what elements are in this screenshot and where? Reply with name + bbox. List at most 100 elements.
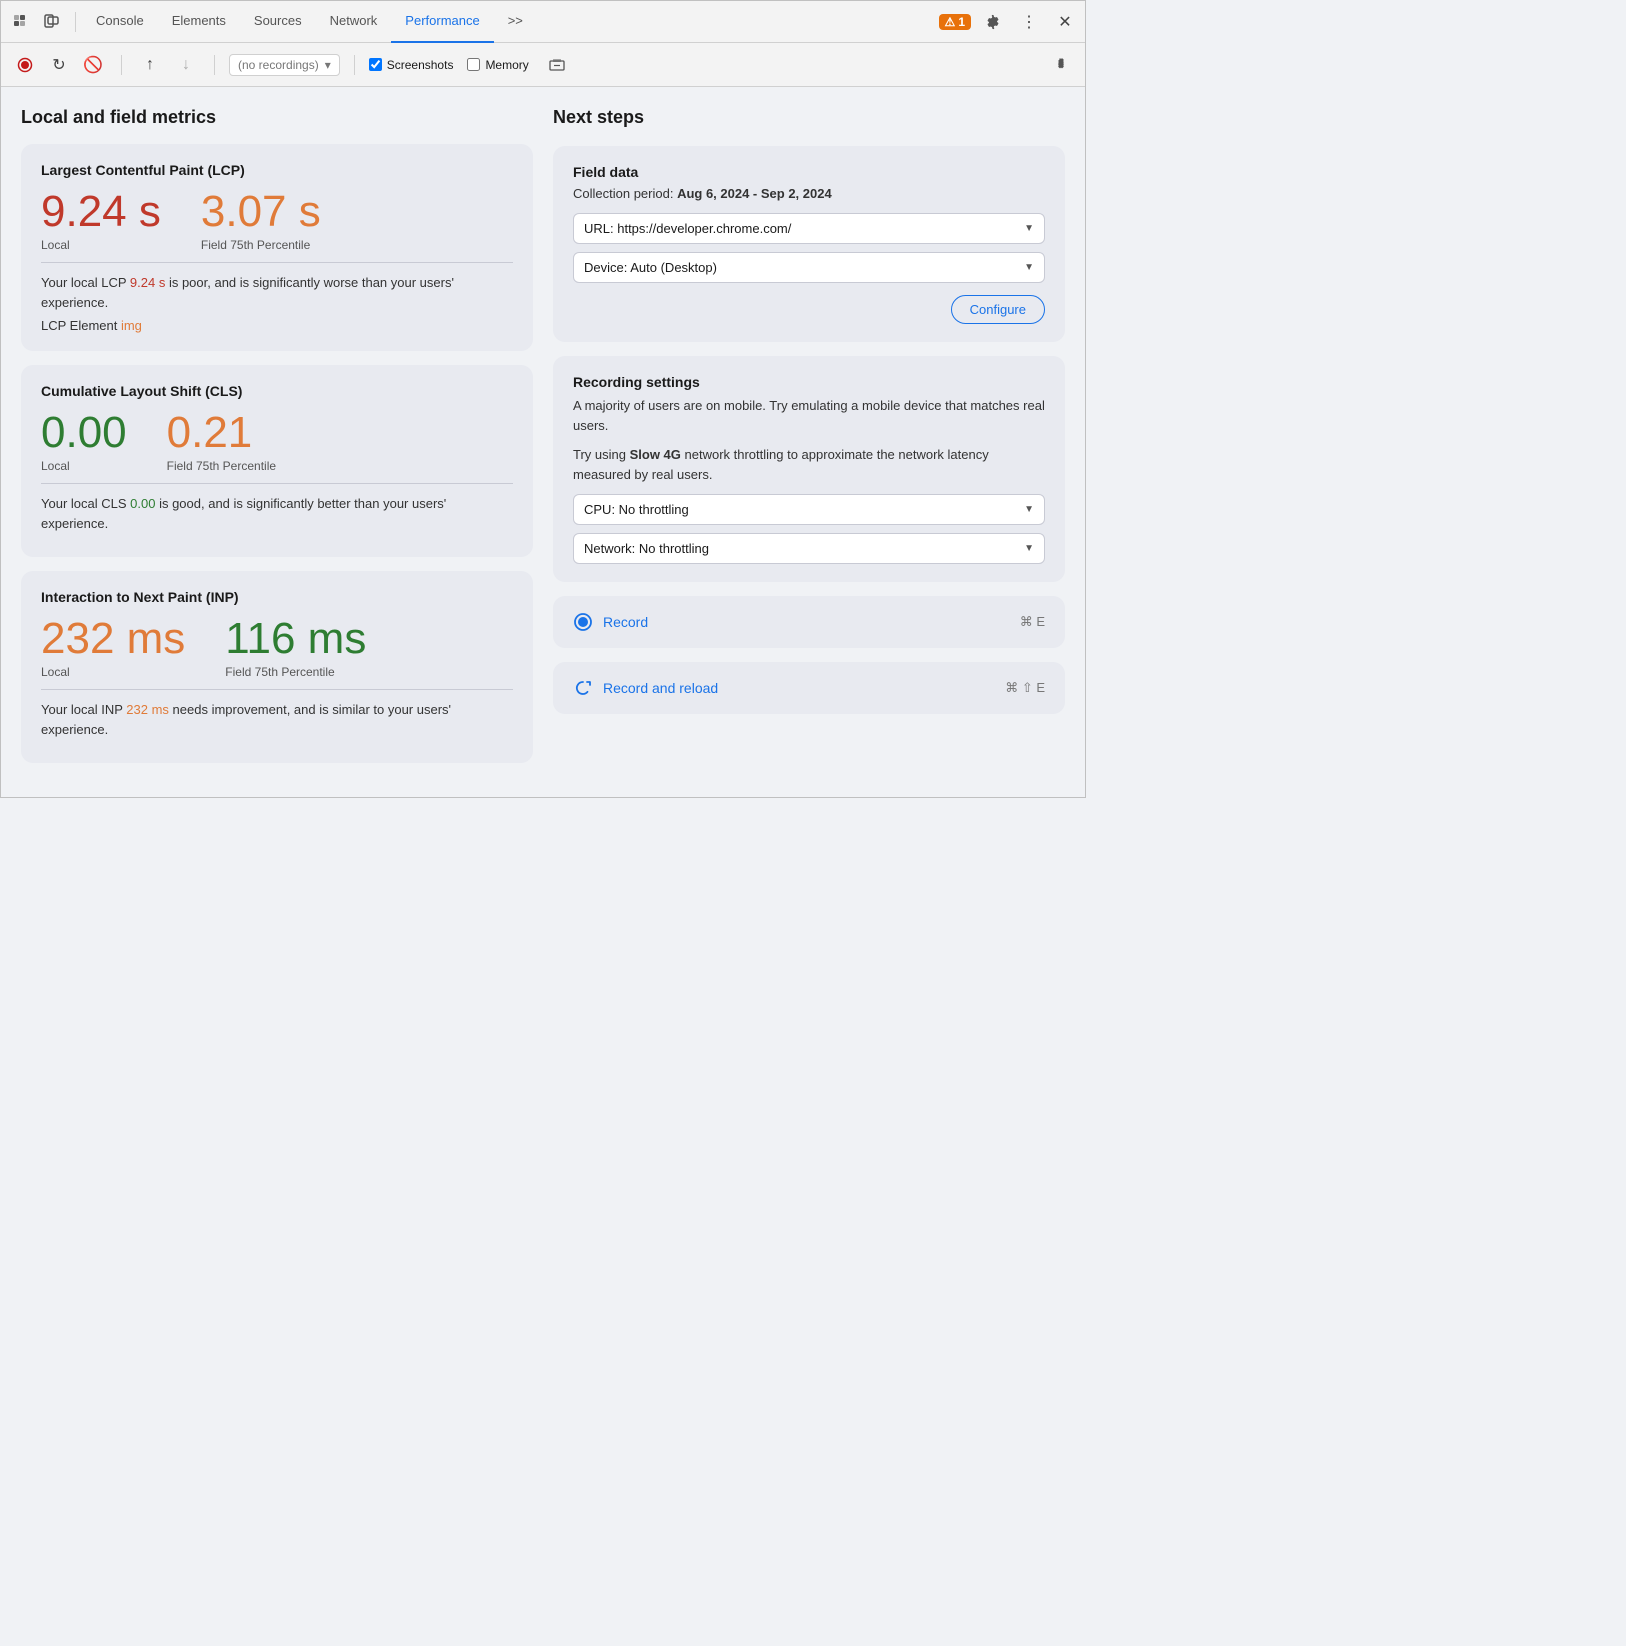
inp-description: Your local INP 232 ms needs improvement,… <box>41 700 513 739</box>
cls-card-title: Cumulative Layout Shift (CLS) <box>41 383 513 399</box>
field-data-card: Field data Collection period: Aug 6, 202… <box>553 146 1065 342</box>
cls-field-label: Field 75th Percentile <box>167 459 276 473</box>
cls-separator <box>41 483 513 484</box>
inp-separator <box>41 689 513 690</box>
reload-button[interactable]: ↻ <box>45 51 73 79</box>
inp-card-title: Interaction to Next Paint (INP) <box>41 589 513 605</box>
device-toggle-icon[interactable] <box>37 8 65 36</box>
lcp-element-link[interactable]: img <box>121 318 142 333</box>
toolbar-divider-3 <box>214 55 215 75</box>
tab-console[interactable]: Console <box>82 1 158 43</box>
lcp-card: Largest Contentful Paint (LCP) 9.24 s Lo… <box>21 144 533 351</box>
recording-settings-card: Recording settings A majority of users a… <box>553 356 1065 582</box>
left-section-title: Local and field metrics <box>21 107 533 128</box>
cls-card: Cumulative Layout Shift (CLS) 0.00 Local… <box>21 365 533 557</box>
lcp-separator <box>41 262 513 263</box>
settings-icon[interactable] <box>979 8 1007 36</box>
cls-description: Your local CLS 0.00 is good, and is sign… <box>41 494 513 533</box>
toolbar-divider-2 <box>121 55 122 75</box>
inspect-icon[interactable] <box>7 8 35 36</box>
inp-field-block: 116 ms Field 75th Percentile <box>225 617 366 679</box>
inp-local-block: 232 ms Local <box>41 617 185 679</box>
inp-values: 232 ms Local 116 ms Field 75th Percentil… <box>41 617 513 679</box>
cpu-select-arrow: ▼ <box>1024 504 1034 515</box>
clear-button[interactable]: 🚫 <box>79 51 107 79</box>
url-select-arrow: ▼ <box>1024 223 1034 234</box>
recording-settings-desc1: A majority of users are on mobile. Try e… <box>573 396 1045 435</box>
record-reload-action-shortcut: ⌘ ⇧ E <box>1005 680 1045 696</box>
performance-toolbar: ↻ 🚫 ↑ ↓ (no recordings) ▾ Screenshots Me… <box>1 43 1085 87</box>
url-select[interactable]: URL: https://developer.chrome.com/ ▼ <box>573 213 1045 244</box>
right-section-title: Next steps <box>553 107 1065 128</box>
lcp-field-value: 3.07 s <box>201 190 321 234</box>
record-reload-action-label: Record and reload <box>603 680 718 696</box>
lcp-values: 9.24 s Local 3.07 s Field 75th Percentil… <box>41 190 513 252</box>
recording-select[interactable]: (no recordings) ▾ <box>229 54 340 76</box>
toolbar-divider-4 <box>354 55 355 75</box>
memory-checkbox-label[interactable]: Memory <box>467 58 528 72</box>
cls-values: 0.00 Local 0.21 Field 75th Percentile <box>41 411 513 473</box>
tab-sources[interactable]: Sources <box>240 1 316 43</box>
cls-field-block: 0.21 Field 75th Percentile <box>167 411 276 473</box>
close-icon[interactable]: ✕ <box>1051 8 1079 36</box>
tab-network[interactable]: Network <box>316 1 392 43</box>
cls-field-value: 0.21 <box>167 411 276 455</box>
lcp-element: LCP Element img <box>41 318 513 333</box>
memory-checkbox[interactable] <box>467 58 480 71</box>
field-data-title: Field data <box>573 164 1045 180</box>
record-action-icon <box>573 612 593 632</box>
inp-local-value: 232 ms <box>41 617 185 661</box>
toolbar-settings-icon[interactable] <box>1047 51 1075 79</box>
nav-tabs: Console Elements Sources Network Perform… <box>82 1 537 43</box>
configure-button[interactable]: Configure <box>951 295 1045 324</box>
field-data-period: Collection period: Aug 6, 2024 - Sep 2, … <box>573 186 1045 201</box>
record-controls: ↻ 🚫 <box>11 51 107 79</box>
lcp-local-value: 9.24 s <box>41 190 161 234</box>
record-reload-action-card[interactable]: Record and reload ⌘ ⇧ E <box>553 662 1065 714</box>
screenshots-checkbox[interactable] <box>369 58 382 71</box>
lcp-local-label: Local <box>41 238 161 252</box>
recording-settings-title: Recording settings <box>573 374 1045 390</box>
network-select[interactable]: Network: No throttling ▼ <box>573 533 1045 564</box>
devtools-top-bar: Console Elements Sources Network Perform… <box>1 1 1085 43</box>
lcp-description: Your local LCP 9.24 s is poor, and is si… <box>41 273 513 312</box>
inp-local-label: Local <box>41 665 185 679</box>
toolbar-right: ⚠ 1 ⋮ ✕ <box>939 8 1079 36</box>
configure-btn-wrap: Configure <box>573 295 1045 324</box>
device-select[interactable]: Device: Auto (Desktop) ▼ <box>573 252 1045 283</box>
lcp-card-title: Largest Contentful Paint (LCP) <box>41 162 513 178</box>
screenshots-checkbox-label[interactable]: Screenshots <box>369 58 454 72</box>
inp-card: Interaction to Next Paint (INP) 232 ms L… <box>21 571 533 763</box>
right-column: Next steps Field data Collection period:… <box>553 107 1065 777</box>
tab-performance[interactable]: Performance <box>391 1 493 43</box>
tab-elements[interactable]: Elements <box>158 1 240 43</box>
capture-settings-icon[interactable] <box>543 51 571 79</box>
checkbox-group: Screenshots Memory <box>369 51 571 79</box>
tab-more[interactable]: >> <box>494 1 537 43</box>
download-button[interactable]: ↓ <box>172 51 200 79</box>
lcp-field-block: 3.07 s Field 75th Percentile <box>201 190 321 252</box>
left-column: Local and field metrics Largest Contentf… <box>21 107 533 777</box>
device-select-arrow: ▼ <box>1024 262 1034 273</box>
cls-local-block: 0.00 Local <box>41 411 127 473</box>
network-select-arrow: ▼ <box>1024 543 1034 554</box>
cls-local-value: 0.00 <box>41 411 127 455</box>
lcp-local-block: 9.24 s Local <box>41 190 161 252</box>
record-action-card[interactable]: Record ⌘ E <box>553 596 1065 648</box>
record-action-label: Record <box>603 614 648 630</box>
error-badge[interactable]: ⚠ 1 <box>939 14 971 30</box>
devtools-icons <box>7 8 65 36</box>
main-content: Local and field metrics Largest Contentf… <box>1 87 1085 797</box>
record-reload-action-icon <box>573 678 593 698</box>
record-button[interactable] <box>11 51 39 79</box>
inp-field-label: Field 75th Percentile <box>225 665 366 679</box>
toolbar-divider-1 <box>75 12 76 32</box>
record-action-shortcut: ⌘ E <box>1020 614 1045 630</box>
upload-button[interactable]: ↑ <box>136 51 164 79</box>
inp-field-value: 116 ms <box>225 617 366 661</box>
recording-settings-desc2: Try using Slow 4G network throttling to … <box>573 445 1045 484</box>
cpu-select[interactable]: CPU: No throttling ▼ <box>573 494 1045 525</box>
cls-local-label: Local <box>41 459 127 473</box>
lcp-field-label: Field 75th Percentile <box>201 238 321 252</box>
more-options-icon[interactable]: ⋮ <box>1015 8 1043 36</box>
